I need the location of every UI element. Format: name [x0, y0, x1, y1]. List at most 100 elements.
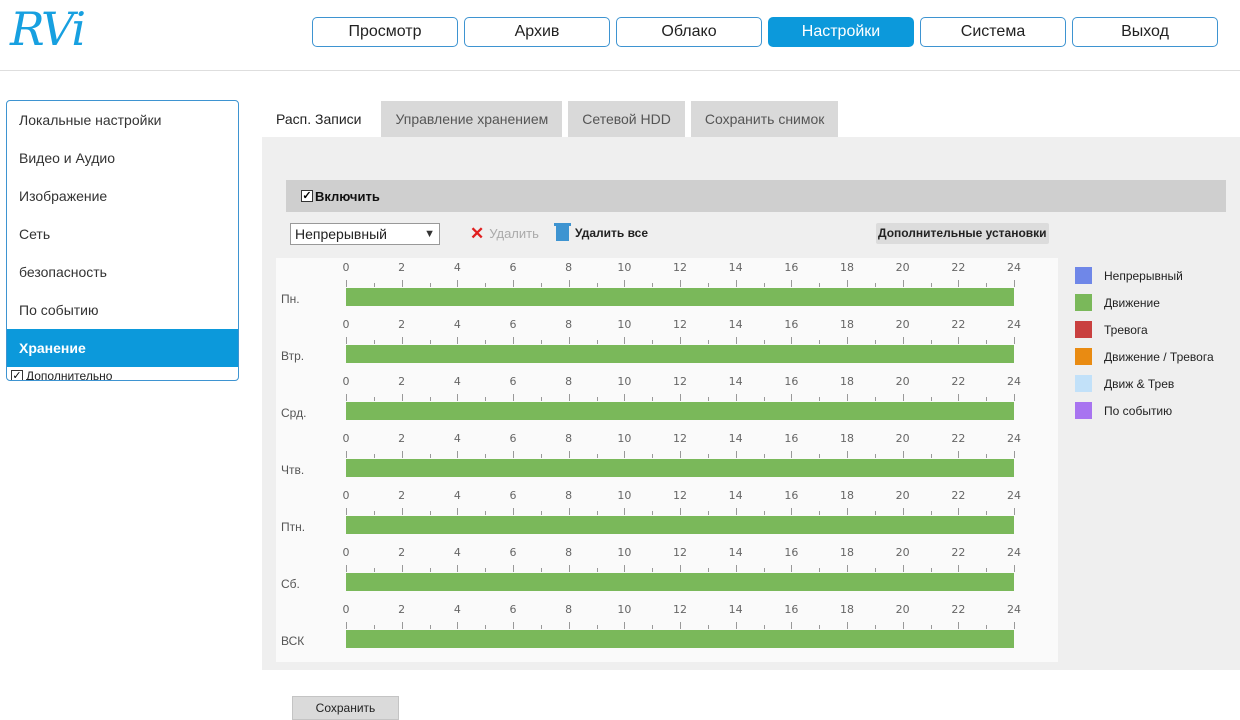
hour-tick: [540, 397, 542, 401]
hour-tick: [624, 337, 626, 344]
day-label: Пн.: [281, 292, 300, 306]
hour-tick: [707, 625, 709, 629]
hour-tick: [568, 337, 570, 344]
hour-tick: [346, 280, 347, 287]
sidebar-item-network[interactable]: Сеть: [7, 215, 238, 253]
tab-record-schedule[interactable]: Расп. Записи: [262, 101, 376, 137]
nav-system-button[interactable]: Система: [920, 17, 1066, 47]
hour-label: 14: [728, 432, 743, 445]
nav-cloud-button[interactable]: Облако: [616, 17, 762, 47]
day-label: Чтв.: [281, 463, 305, 477]
sidebar-item-security[interactable]: безопасность: [7, 253, 238, 291]
hour-tick: [958, 508, 960, 515]
hour-tick: [401, 451, 403, 458]
hour-tick: [373, 511, 375, 515]
hour-label: 14: [728, 261, 743, 274]
tab-save-snapshot[interactable]: Сохранить снимок: [690, 101, 839, 137]
hour-tick: [568, 280, 570, 287]
hour-label: 0: [342, 375, 350, 388]
hour-tick: [902, 451, 904, 458]
hour-tick: [346, 394, 347, 401]
schedule-bar[interactable]: [346, 345, 1014, 363]
schedule-bar[interactable]: [346, 573, 1014, 591]
hour-label: 22: [951, 603, 966, 616]
hour-tick: [540, 625, 542, 629]
schedule-bar[interactable]: [346, 402, 1014, 420]
hour-tick: [847, 394, 848, 401]
nav-archive-button[interactable]: Архив: [464, 17, 610, 47]
schedule-bar[interactable]: [346, 288, 1014, 306]
hour-tick: [763, 454, 765, 458]
delete-button[interactable]: ✕ Удалить: [470, 225, 539, 242]
hour-tick: [680, 508, 681, 515]
hour-tick: [429, 625, 431, 629]
hour-tick: [624, 451, 626, 458]
delete-all-button[interactable]: Удалить все: [554, 223, 648, 241]
hour-tick: [986, 283, 988, 287]
save-button[interactable]: Сохранить: [292, 696, 399, 720]
day-label: Птн.: [281, 520, 306, 534]
hour-tick: [457, 394, 459, 401]
hour-label: 10: [617, 489, 632, 502]
hour-label: 18: [840, 261, 854, 274]
tab-network-hdd[interactable]: Сетевой HDD: [568, 101, 685, 137]
hour-ruler: 0 2 4 6 8 10 12 14 16 18 20 22 24: [343, 261, 1021, 288]
enable-checkbox[interactable]: ✓: [301, 190, 313, 202]
hour-tick: [958, 280, 960, 287]
hour-tick: [457, 565, 459, 572]
legend-label: По событию: [1104, 403, 1173, 418]
sidebar-item-image[interactable]: Изображение: [7, 177, 238, 215]
legend-swatch: [1075, 375, 1092, 392]
extra-checkbox[interactable]: ✓: [11, 370, 23, 380]
sidebar-item-local-settings[interactable]: Локальные настройки: [7, 101, 238, 139]
sidebar-extra-toggle[interactable]: ✓ Дополнительно: [7, 367, 238, 381]
hour-tick: [763, 283, 765, 287]
hour-label: 0: [342, 489, 350, 502]
nav-view-button[interactable]: Просмотр: [312, 17, 458, 47]
hour-tick: [1014, 280, 1015, 287]
sidebar-item-storage[interactable]: Хранение: [7, 329, 238, 367]
nav-logout-button[interactable]: Выход: [1072, 17, 1218, 47]
schedule-bar[interactable]: [346, 630, 1014, 648]
hour-label: 18: [840, 318, 854, 331]
sidebar-item-video-audio[interactable]: Видео и Аудио: [7, 139, 238, 177]
hour-tick: [457, 451, 459, 458]
schedule-row: Сб. 0 2 4 6 8 10 12 14 16 18 20 22 24: [276, 543, 1058, 600]
hour-tick: [429, 283, 431, 287]
hour-tick: [847, 565, 848, 572]
hour-tick: [847, 337, 848, 344]
hour-tick: [652, 568, 654, 572]
hour-tick: [457, 508, 459, 515]
hour-label: 20: [895, 603, 910, 616]
hour-tick: [401, 622, 403, 629]
hour-label: 2: [398, 546, 406, 559]
hour-tick: [540, 340, 542, 344]
hour-label: 24: [1007, 432, 1021, 445]
hour-label: 0: [342, 261, 350, 274]
hour-tick: [930, 397, 932, 401]
hour-label: 8: [565, 432, 573, 445]
nav-settings-button[interactable]: Настройки: [768, 17, 914, 47]
hour-tick: [513, 508, 514, 515]
hour-tick: [735, 451, 737, 458]
extra-label: Дополнительно: [26, 369, 113, 381]
hour-label: 8: [565, 603, 573, 616]
schedule-bar[interactable]: [346, 516, 1014, 534]
top-navigation: Просмотр Архив Облако Настройки Система …: [312, 17, 1218, 47]
hour-tick: [540, 283, 542, 287]
tab-storage-management[interactable]: Управление хранением: [381, 101, 563, 137]
schedule-bar[interactable]: [346, 459, 1014, 477]
hour-tick: [791, 394, 793, 401]
legend-item[interactable]: По событию: [1075, 393, 1214, 428]
header-divider: [0, 70, 1240, 71]
hour-label: 20: [895, 489, 910, 502]
hour-tick: [874, 397, 876, 401]
hour-tick: [930, 340, 932, 344]
hour-label: 10: [617, 603, 632, 616]
sidebar-item-event[interactable]: По событию: [7, 291, 238, 329]
chevron-down-icon: ▼: [424, 228, 435, 240]
hour-label: 2: [398, 318, 406, 331]
legend-label: Движение / Тревога: [1104, 349, 1214, 364]
record-mode-select[interactable]: Непрерывный ▼: [290, 223, 440, 245]
advanced-settings-button[interactable]: Дополнительные установки: [876, 223, 1049, 244]
